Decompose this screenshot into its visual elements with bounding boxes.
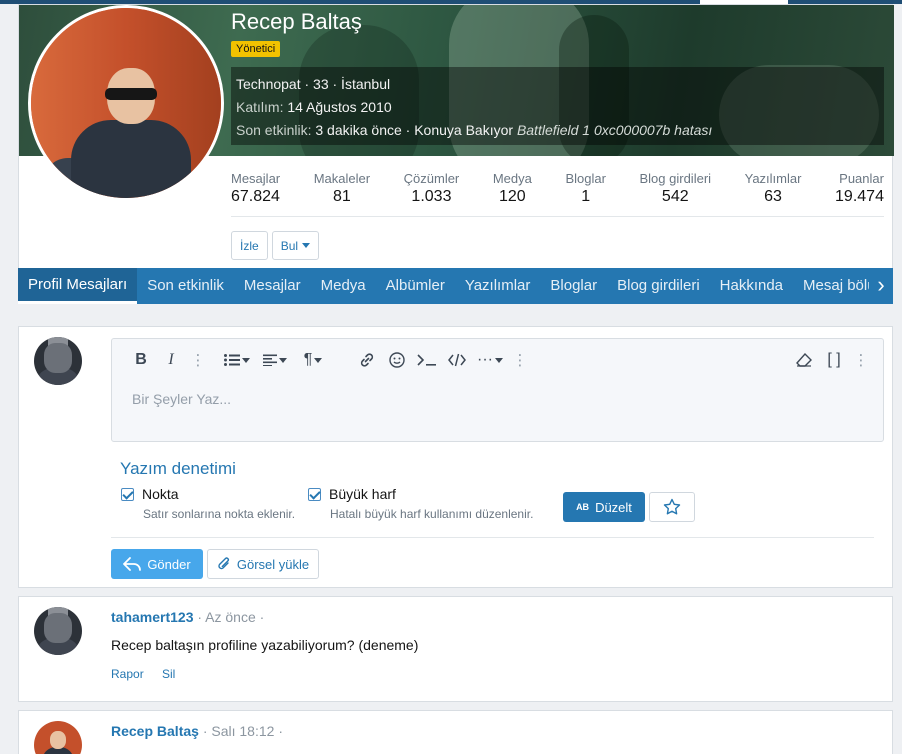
post-author: Recep Baltaş · Salı 18:12 · xyxy=(111,723,283,739)
align-icon[interactable] xyxy=(260,354,290,366)
tab-messages[interactable]: Mesajlar xyxy=(234,268,311,304)
message-input[interactable]: Bir Şeyler Yaz... xyxy=(132,391,231,407)
more-insert-options-icon[interactable]: ··· xyxy=(472,351,508,369)
capital-checkbox[interactable] xyxy=(308,488,321,501)
fix-button[interactable]: AB Düzelt xyxy=(563,492,645,522)
eraser-icon[interactable] xyxy=(789,353,819,367)
tab-recent-activity[interactable]: Son etkinlik xyxy=(137,268,234,304)
profile-header: Recep Baltaş Yönetici Technopat · 33 · İ… xyxy=(18,4,894,304)
stat-media[interactable]: Medya 120 xyxy=(493,171,532,216)
joined-value: 14 Ağustos 2010 xyxy=(287,99,392,115)
joined-line: Katılım: 14 Ağustos 2010 xyxy=(236,96,879,119)
stat-articles[interactable]: Makaleler 81 xyxy=(314,171,370,216)
profile-username: Recep Baltaş xyxy=(231,9,362,34)
author-avatar[interactable] xyxy=(34,721,82,754)
stat-points[interactable]: Puanlar 19.474 xyxy=(835,171,884,216)
spell-option-capital[interactable]: Büyük harf xyxy=(308,486,396,502)
rich-text-editor: B I ⋮ ¶ ··· ⋮ [] ⋮ Bir Şeyler Yaz... xyxy=(111,338,884,442)
post-author: tahamert123 · Az önce · xyxy=(111,609,264,625)
profile-post: Recep Baltaş · Salı 18:12 · xyxy=(18,710,893,754)
code-icon[interactable] xyxy=(442,353,472,367)
paragraph-icon[interactable]: ¶ xyxy=(298,351,328,369)
tab-media[interactable]: Medya xyxy=(311,268,376,304)
profile-tabs: Profil Mesajları Son etkinlik Mesajlar M… xyxy=(18,268,893,304)
list-icon[interactable] xyxy=(222,354,252,366)
stat-solutions[interactable]: Çözümler 1.033 xyxy=(404,171,460,216)
author-link[interactable]: tahamert123 xyxy=(111,609,194,625)
capital-label: Büyük harf xyxy=(329,486,396,502)
find-button[interactable]: Bul xyxy=(271,231,320,260)
profile-title-line: Technopat · 33 · İstanbul xyxy=(236,76,391,92)
role-badge: Yönetici xyxy=(231,41,281,57)
tab-blogs[interactable]: Bloglar xyxy=(540,268,607,304)
period-checkbox[interactable] xyxy=(121,488,134,501)
profile-info: Technopat · 33 · İstanbul Katılım: 14 Ağ… xyxy=(231,67,884,145)
profile-avatar[interactable] xyxy=(28,5,224,201)
post-text: Recep baltaşın profiline yazabiliyorum? … xyxy=(111,637,419,653)
more-options-icon[interactable]: ⋮ xyxy=(508,351,532,369)
italic-icon[interactable]: I xyxy=(156,351,186,369)
spellcheck-icon: AB xyxy=(576,501,590,512)
upload-image-label: Görsel yükle xyxy=(236,556,310,572)
chevron-right-icon[interactable]: › xyxy=(869,268,893,304)
delete-link[interactable]: Sil xyxy=(162,667,175,681)
paperclip-icon xyxy=(218,557,229,570)
last-activity-value: 3 dakika önce · Konuya Bakıyor xyxy=(315,122,514,138)
report-link[interactable]: Rapor xyxy=(111,667,144,681)
fix-button-label: Düzelt xyxy=(595,499,632,515)
last-activity-thread-link[interactable]: Battlefield 1 0xc000007b hatası xyxy=(517,122,712,138)
divider xyxy=(111,537,874,538)
last-activity-line: Son etkinlik: 3 dakika önce · Konuya Bak… xyxy=(236,119,879,142)
tab-blog-entries[interactable]: Blog girdileri xyxy=(607,268,710,304)
more-text-options-icon[interactable]: ⋮ xyxy=(186,351,210,369)
star-icon[interactable] xyxy=(649,492,695,522)
bold-icon[interactable]: B xyxy=(126,351,156,369)
profile-actions: İzle Bul xyxy=(231,231,320,260)
link-icon[interactable] xyxy=(352,352,382,368)
tab-software[interactable]: Yazılımlar xyxy=(455,268,541,304)
joined-label: Katılım: xyxy=(236,99,284,115)
spell-option-period[interactable]: Nokta xyxy=(121,486,179,502)
find-button-label: Bul xyxy=(280,238,299,253)
period-description: Satır sonlarına nokta eklenir. xyxy=(143,507,296,521)
bbcode-toggle-icon[interactable]: [ ] xyxy=(819,351,849,369)
reply-icon xyxy=(123,557,142,571)
stat-blogs[interactable]: Bloglar 1 xyxy=(565,171,605,216)
author-avatar[interactable] xyxy=(34,607,82,655)
chevron-down-icon xyxy=(302,243,311,248)
tab-profile-messages[interactable]: Profil Mesajları xyxy=(18,268,138,304)
profile-stats: Mesajlar 67.824 Makaleler 81 Çözümler 1.033… xyxy=(231,171,884,217)
post-time[interactable]: · Salı 18:12 · xyxy=(203,723,283,739)
send-button-label: Gönder xyxy=(147,556,191,572)
tab-albums[interactable]: Albümler xyxy=(376,268,455,304)
upload-image-button[interactable]: Görsel yükle xyxy=(207,549,319,579)
send-button[interactable]: Gönder xyxy=(111,549,203,579)
capital-description: Hatalı büyük harf kullanımı düzenlenir. xyxy=(330,507,534,521)
author-link[interactable]: Recep Baltaş xyxy=(111,723,199,739)
post-time[interactable]: · Az önce · xyxy=(197,609,264,625)
stat-blog-entries[interactable]: Blog girdileri 542 xyxy=(640,171,712,216)
follow-button[interactable]: İzle xyxy=(231,231,268,260)
emoji-icon[interactable] xyxy=(382,352,412,368)
stat-software[interactable]: Yazılımlar 63 xyxy=(745,171,802,216)
editor-overflow-icon[interactable]: ⋮ xyxy=(849,351,873,369)
profile-post: tahamert123 · Az önce · Recep baltaşın p… xyxy=(18,596,893,702)
terminal-icon[interactable] xyxy=(412,353,442,367)
editor-toolbar: B I ⋮ ¶ ··· ⋮ [] ⋮ xyxy=(112,339,883,381)
new-profile-post: B I ⋮ ¶ ··· ⋮ [] ⋮ Bir Şeyler Yaz... Ya… xyxy=(18,326,893,588)
stat-messages[interactable]: Mesajlar 67.824 xyxy=(231,171,280,216)
period-label: Nokta xyxy=(142,486,179,502)
spellcheck-title: Yazım denetimi xyxy=(120,459,236,478)
last-activity-label: Son etkinlik: xyxy=(236,122,312,138)
current-user-avatar[interactable] xyxy=(34,337,82,385)
tab-about[interactable]: Hakkında xyxy=(710,268,793,304)
